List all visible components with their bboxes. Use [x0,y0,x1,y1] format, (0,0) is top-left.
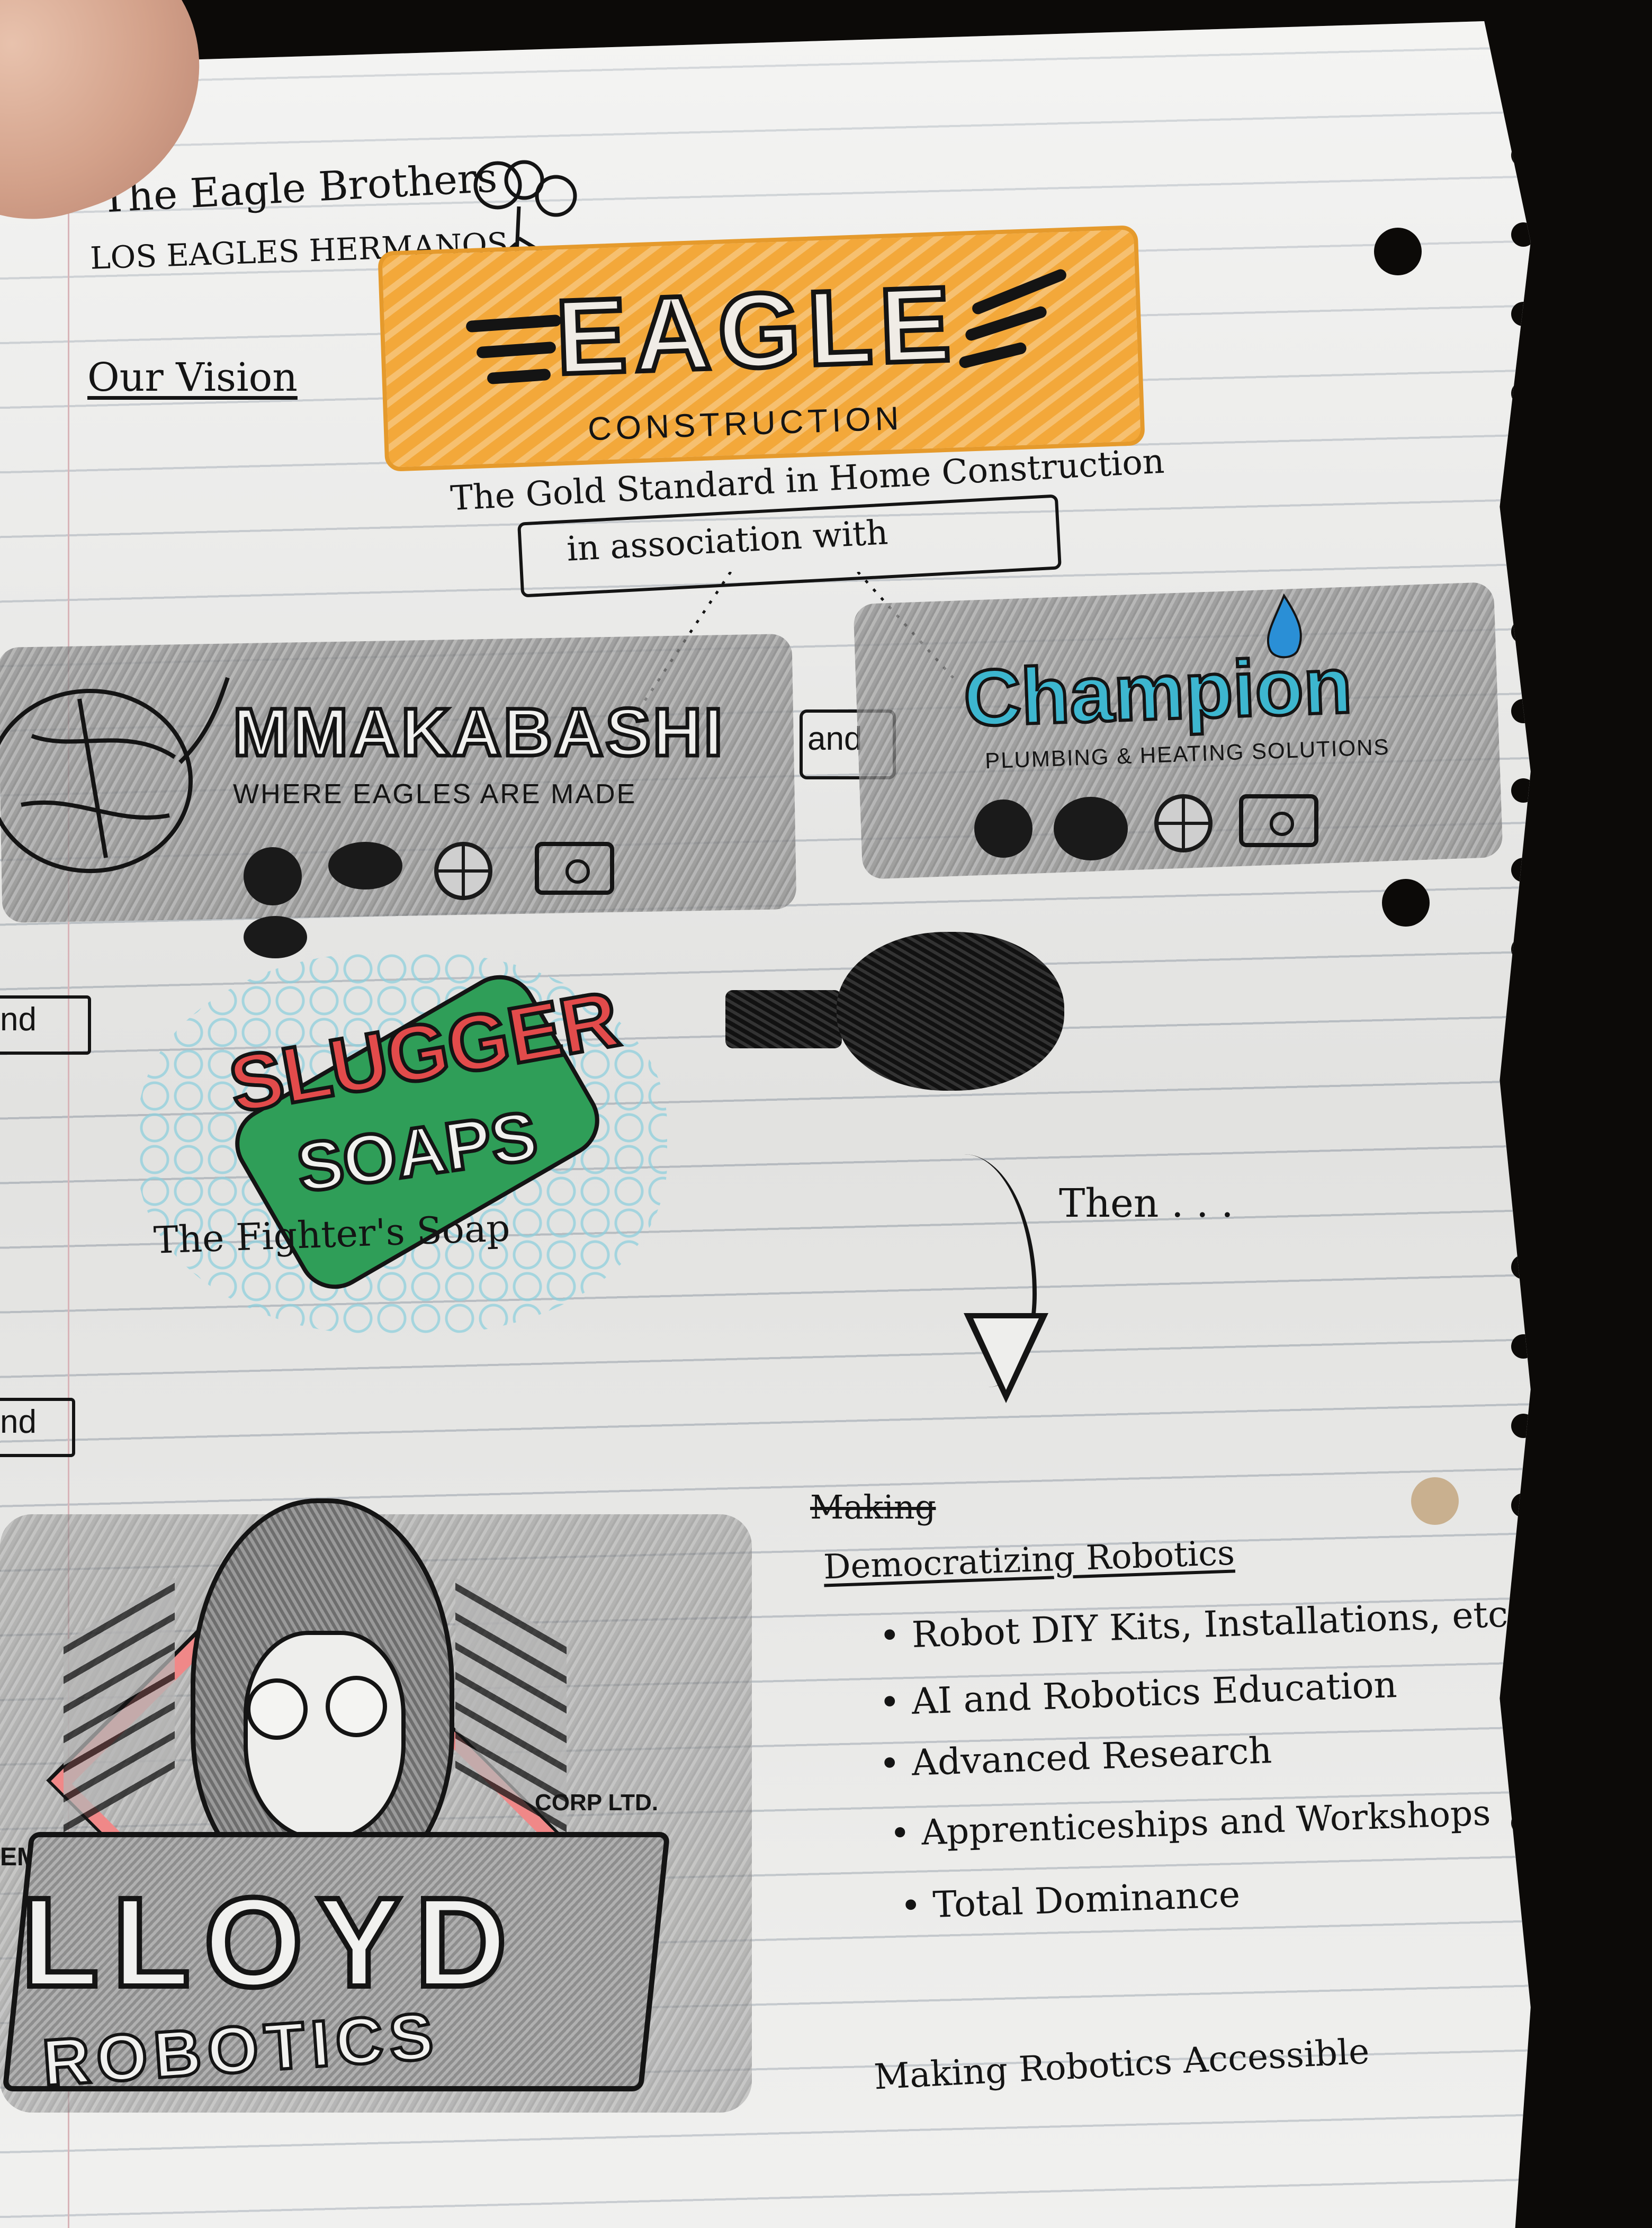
facebook-icon [974,799,1032,858]
list-item: • Robot DIY Kits, Installations, etc. [878,1593,1520,1658]
list-item: • Total Dominance [899,1873,1241,1928]
website-globe-icon [434,842,492,900]
title-line-1: The Eagle Brothers [100,154,499,222]
champion-logo-text: Champion [960,639,1355,744]
robotics-heading: Democratizing Robotics [822,1533,1236,1587]
facebook-icon [244,847,302,905]
instagram-icon [535,842,614,895]
youtube-icon [328,842,402,890]
mmakabashi-tagline: WHERE EAGLES ARE MADE [233,779,637,810]
website-globe-icon [1154,794,1213,852]
mmakabashi-logo-text: MMAKABASHI [231,693,725,772]
and-label: and [807,721,863,757]
scribble-blob [837,932,1064,1091]
arrow-head-icon [964,1313,1048,1403]
binder-hole [1411,1477,1459,1525]
twitter-icon [244,916,307,958]
and-label-left-2: nd [0,1404,37,1440]
scribble-bar [725,990,842,1048]
robotics-footer: Making Robotics Accessible [873,2031,1370,2098]
and-label-left-1: nd [0,1001,37,1038]
corp-label: CORP LTD. [535,1790,659,1816]
list-item: • Apprenticeships and Workshops [889,1792,1492,1854]
youtube-icon [1054,797,1128,860]
glasses-right-lens-icon [326,1676,387,1737]
globe-map-icon [0,677,230,873]
eagle-logo-text: EAGLE [552,262,962,399]
instagram-icon [1239,794,1318,847]
lloyd-logo-text: LLOYD [19,1868,521,2016]
struck-word: Making [810,1488,936,1526]
binder-hole [1382,879,1430,927]
glasses-left-lens-icon [246,1678,308,1740]
binder-hole [1374,228,1422,275]
list-item: • Advanced Research [878,1730,1273,1785]
list-item: • AI and Robotics Education [878,1664,1398,1724]
then-label: Then . . . [1059,1181,1234,1226]
notebook-page: The Eagle Brothers LOS EAGLES HERMANOS O… [0,21,1531,2228]
our-vision-label: Our Vision [87,355,298,400]
